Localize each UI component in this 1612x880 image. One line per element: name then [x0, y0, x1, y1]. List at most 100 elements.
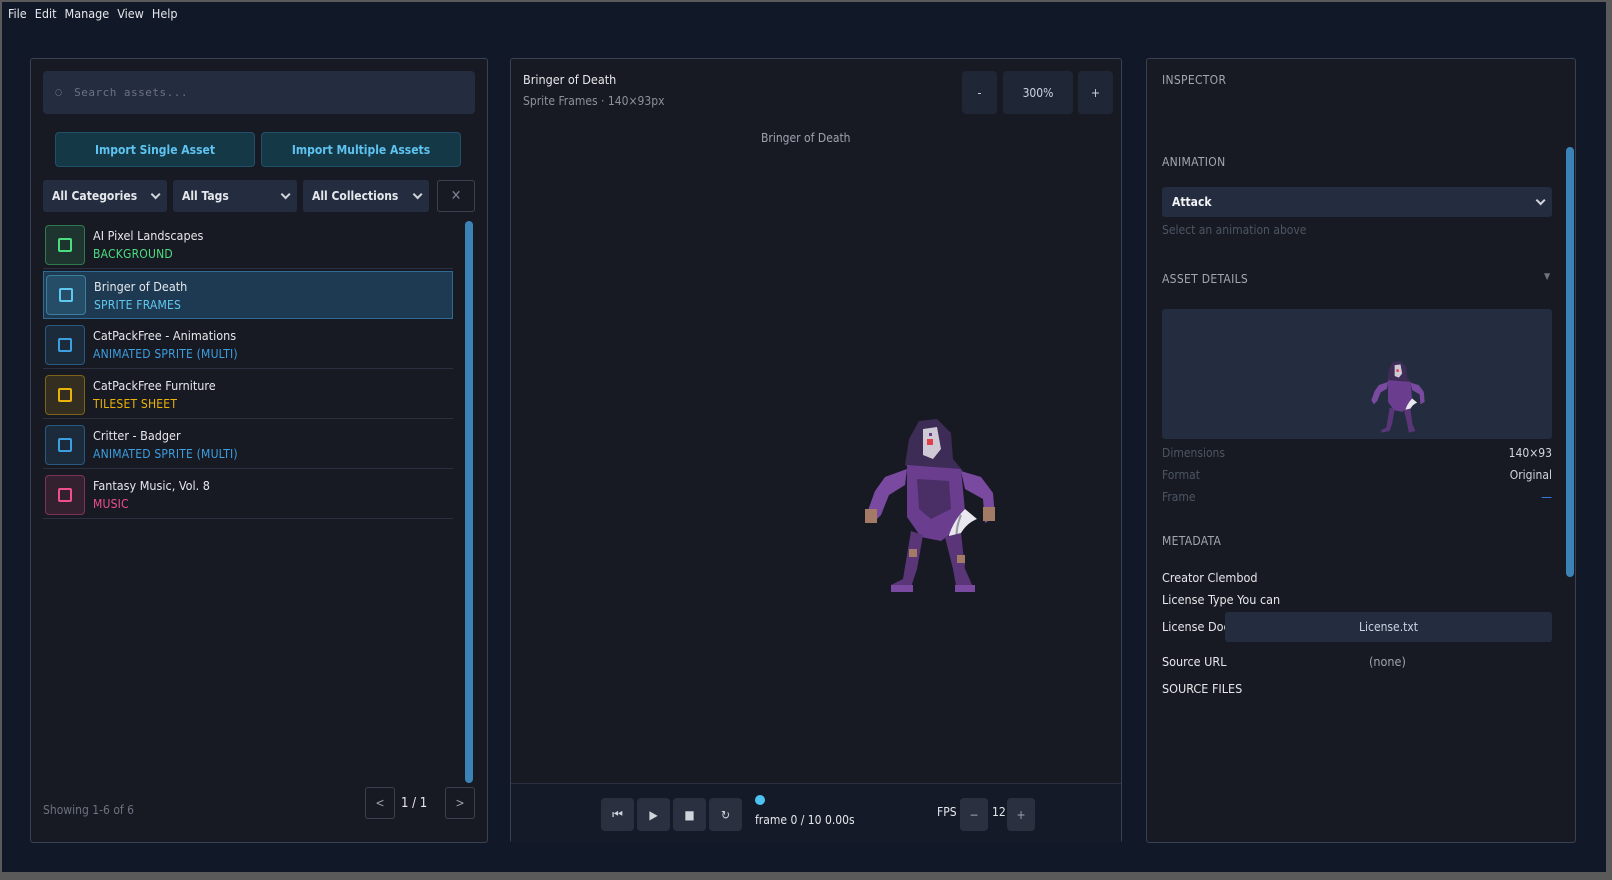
inspector-scrollbar[interactable]	[1566, 147, 1574, 577]
sprite-frames-icon	[59, 288, 73, 302]
collections-filter[interactable]: All Collections	[303, 180, 429, 212]
animation-select-value: Attack	[1172, 195, 1212, 209]
asset-list-item[interactable]: Critter - Badger ANIMATED SPRITE (MULTI)	[43, 421, 453, 469]
app-window: File Edit Manage View Help ○ Import Sing…	[2, 2, 1606, 872]
next-page-button[interactable]: >	[445, 787, 475, 819]
asset-type-thumbnail	[45, 474, 85, 515]
asset-name: Critter - Badger	[93, 428, 181, 443]
asset-type: SPRITE FRAMES	[94, 297, 182, 312]
asset-type-thumbnail	[45, 424, 85, 465]
clear-filters-button[interactable]: ✕	[437, 180, 475, 212]
menu-help[interactable]: Help	[152, 6, 178, 24]
sprite-viewer-panel: Bringer of Death Sprite Frames · 140×93p…	[510, 58, 1122, 843]
tags-filter-value: All Tags	[182, 189, 229, 203]
category-filter[interactable]: All Categories	[43, 180, 167, 212]
animation-section-header: ANIMATION	[1162, 155, 1226, 169]
detail-key: Dimensions	[1162, 446, 1226, 460]
asset-list-scrollbar[interactable]	[465, 221, 473, 783]
viewer-subtitle: Sprite Frames · 140×93px	[523, 94, 665, 108]
asset-list-item[interactable]: Bringer of Death SPRITE FRAMES	[43, 271, 453, 319]
asset-list: AI Pixel Landscapes BACKGROUND Bringer of …	[43, 221, 453, 519]
zoom-in-button[interactable]: +	[1078, 71, 1113, 114]
menu-manage[interactable]: Manage	[65, 6, 110, 24]
asset-type: ANIMATED SPRITE (MULTI)	[93, 447, 238, 461]
frame-scrubber-handle[interactable]	[755, 795, 765, 805]
fps-increase-button[interactable]: +	[1007, 798, 1035, 831]
animated-sprite-icon	[58, 337, 72, 352]
menu-view[interactable]: View	[117, 6, 144, 24]
category-filter-value: All Categories	[52, 189, 138, 203]
stop-icon: ■	[684, 807, 695, 822]
asset-name: Fantasy Music, Vol. 8	[93, 478, 210, 493]
asset-details-header[interactable]: ASSET DETAILS	[1162, 272, 1248, 286]
asset-text: Bringer of Death SPRITE FRAMES	[94, 279, 187, 312]
stop-button[interactable]: ■	[673, 798, 706, 831]
detail-key: Format	[1162, 468, 1200, 482]
play-icon: ▶	[649, 807, 658, 822]
asset-type: MUSIC	[93, 497, 129, 511]
asset-type-thumbnail	[45, 374, 85, 415]
asset-type-thumbnail	[45, 224, 85, 265]
page-indicator: 1 / 1	[401, 796, 428, 811]
license-doc-button[interactable]: License.txt	[1225, 612, 1552, 642]
search-icon: ○	[55, 87, 63, 98]
detail-value: —	[1541, 490, 1552, 504]
import-single-asset-button[interactable]: Import Single Asset	[55, 132, 255, 167]
detail-format: Format Original	[1162, 468, 1552, 482]
asset-list-item[interactable]: CatPackFree - Animations ANIMATED SPRITE …	[43, 321, 453, 369]
asset-text: AI Pixel Landscapes BACKGROUND	[93, 228, 203, 261]
fps-label: FPS	[937, 805, 957, 819]
source-url-value: (none)	[1369, 654, 1406, 669]
detail-value: 140×93	[1508, 446, 1552, 460]
asset-type: ANIMATED SPRITE (MULTI)	[93, 347, 238, 361]
metadata-header: METADATA	[1162, 534, 1222, 548]
menu-bar: File Edit Manage View Help	[8, 6, 178, 24]
collapse-chevron-icon[interactable]: ▼	[1544, 272, 1550, 282]
menu-file[interactable]: File	[8, 6, 27, 24]
import-multiple-assets-button[interactable]: Import Multiple Assets	[261, 132, 461, 167]
asset-text: CatPackFree - Animations ANIMATED SPRITE …	[93, 328, 238, 361]
fps-value: 12	[992, 805, 1006, 819]
asset-list-item[interactable]: CatPackFree Furniture TILESET SHEET	[43, 371, 453, 419]
collections-filter-value: All Collections	[312, 189, 399, 203]
license-type-text: License Type You can	[1162, 592, 1281, 607]
asset-text: CatPackFree Furniture TILESET SHEET	[93, 378, 216, 411]
image-icon	[58, 237, 72, 252]
asset-name: Bringer of Death	[94, 278, 188, 294]
skip-back-icon: ⏮	[612, 807, 623, 821]
license-doc-label: License Doc	[1162, 619, 1230, 634]
sprite-character-image	[865, 419, 995, 592]
first-frame-button[interactable]: ⏮	[601, 798, 634, 831]
asset-text: Fantasy Music, Vol. 8 MUSIC	[93, 478, 210, 511]
asset-list-item[interactable]: AI Pixel Landscapes BACKGROUND	[43, 221, 453, 269]
creator-text: Creator Clembod	[1162, 570, 1258, 585]
animation-select[interactable]: Attack	[1162, 187, 1552, 217]
asset-text: Critter - Badger ANIMATED SPRITE (MULTI)	[93, 428, 238, 461]
fps-decrease-button[interactable]: −	[960, 798, 988, 831]
detail-frame: Frame —	[1162, 490, 1552, 504]
source-url-label: Source URL	[1162, 654, 1227, 669]
zoom-out-button[interactable]: -	[962, 71, 997, 114]
tileset-icon	[58, 387, 72, 402]
asset-type-thumbnail	[46, 275, 86, 315]
asset-name: AI Pixel Landscapes	[93, 228, 204, 243]
search-input[interactable]	[74, 86, 455, 99]
play-button[interactable]: ▶	[637, 798, 670, 831]
zoom-level[interactable]: 300%	[1003, 71, 1073, 114]
sprite-thumbnail-image	[1371, 361, 1425, 433]
tags-filter[interactable]: All Tags	[173, 180, 297, 212]
asset-thumbnail-preview	[1162, 309, 1552, 439]
chevron-down-icon	[412, 188, 423, 199]
search-box[interactable]: ○	[43, 71, 475, 114]
prev-page-button[interactable]: <	[365, 787, 395, 819]
inspector-panel: INSPECTOR ANIMATION Attack Select an ani…	[1146, 58, 1576, 843]
asset-type-thumbnail	[45, 324, 85, 365]
asset-name: CatPackFree - Animations	[93, 328, 237, 343]
detail-key: Frame	[1162, 490, 1196, 504]
asset-name: CatPackFree Furniture	[93, 378, 216, 393]
menu-edit[interactable]: Edit	[35, 6, 57, 24]
music-icon	[58, 487, 72, 502]
chevron-down-icon	[1535, 194, 1546, 205]
asset-list-item[interactable]: Fantasy Music, Vol. 8 MUSIC	[43, 471, 453, 519]
loop-button[interactable]: ↻	[709, 798, 742, 831]
